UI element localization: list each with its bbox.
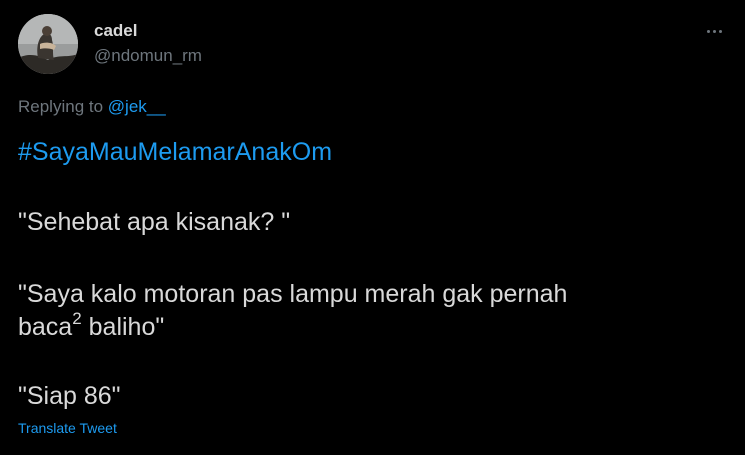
author-handle[interactable]: @ndomun_rm [94, 46, 202, 66]
tweet-text-line: baca2 baliho" [18, 309, 165, 343]
more-horizontal-icon [706, 29, 710, 33]
avatar-photo [18, 14, 78, 74]
tweet-text-fragment: baca [18, 313, 73, 341]
tweet-text-line: "Sehebat apa kisanak? " [18, 208, 291, 236]
replying-to: Replying to @jek__ [18, 97, 166, 117]
tweet-text-hashtag-line: #SayaMauMelamarAnakOm [18, 136, 332, 168]
tweet-text-superscript: 2 [72, 309, 82, 328]
tweet-text-fragment: baliho" [81, 313, 165, 341]
replying-to-label: Replying to [18, 97, 104, 116]
more-horizontal-icon [712, 29, 716, 33]
tweet-text-line: "Siap 86" [18, 382, 121, 410]
more-options-button[interactable] [699, 22, 729, 40]
tweet-text-line: "Saya kalo motoran pas lampu merah gak p… [18, 280, 568, 308]
more-horizontal-icon [718, 29, 722, 33]
translate-tweet-link[interactable]: Translate Tweet [18, 420, 117, 436]
reply-mention-link[interactable]: @jek__ [108, 97, 166, 116]
hashtag-link[interactable]: #SayaMauMelamarAnakOm [18, 138, 332, 166]
avatar[interactable] [18, 14, 78, 74]
author-name[interactable]: cadel [94, 21, 137, 41]
